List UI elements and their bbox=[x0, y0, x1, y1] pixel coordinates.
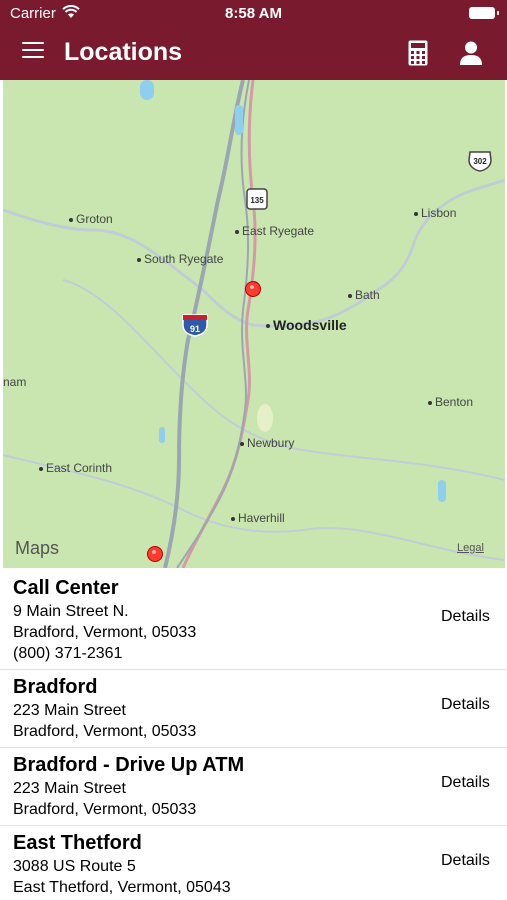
nav-bar: Locations bbox=[0, 28, 507, 80]
map-place-label: Haverhill bbox=[231, 511, 285, 525]
location-address-line1: 9 Main Street N. bbox=[13, 603, 129, 620]
map-place-label: Groton bbox=[69, 212, 113, 226]
route-shield-label: 135 bbox=[250, 196, 264, 205]
map-place-label: Lisbon bbox=[414, 206, 456, 220]
maps-attribution: Maps bbox=[15, 538, 59, 559]
location-name: East Thetford bbox=[13, 832, 142, 854]
page-title: Locations bbox=[64, 38, 183, 66]
location-row[interactable]: Bradford 223 Main Street Bradford, Vermo… bbox=[0, 670, 507, 748]
calculator-icon[interactable] bbox=[408, 40, 428, 66]
location-name: Bradford - Drive Up ATM bbox=[13, 754, 245, 776]
details-button[interactable]: Details bbox=[441, 774, 490, 792]
status-time: 8:58 AM bbox=[225, 5, 282, 22]
menu-icon[interactable] bbox=[22, 42, 44, 62]
location-row[interactable]: Bradford - Drive Up ATM 223 Main Street … bbox=[0, 748, 507, 826]
us-route-shield-icon: 302 bbox=[468, 151, 492, 172]
location-address-line1: 3088 US Route 5 bbox=[13, 858, 136, 875]
interstate-shield-icon: 91 bbox=[182, 314, 208, 337]
location-phone: (800) 371-2361 bbox=[13, 645, 123, 662]
details-button[interactable]: Details bbox=[441, 608, 490, 626]
location-name: Call Center bbox=[13, 577, 119, 599]
us-route-shield-label: 302 bbox=[473, 157, 487, 166]
details-button[interactable]: Details bbox=[441, 696, 490, 714]
location-pin-icon[interactable] bbox=[147, 546, 163, 562]
map-place-label: Newbury bbox=[240, 436, 294, 450]
location-address-line2: Bradford, Vermont, 05033 bbox=[13, 624, 197, 641]
map-place-label: East Ryegate bbox=[235, 224, 314, 238]
map-place-label: South Ryegate bbox=[137, 252, 223, 266]
battery-icon bbox=[469, 7, 499, 19]
status-bar: Carrier 8:58 AM bbox=[0, 0, 507, 28]
map-place-label: Bath bbox=[348, 288, 380, 302]
map-place-label: Benton bbox=[428, 395, 473, 409]
interstate-shield-label: 91 bbox=[190, 324, 200, 334]
location-address-line2: East Thetford, Vermont, 05043 bbox=[13, 879, 231, 896]
map-view[interactable]: Groton East Ryegate Lisbon South Ryegate… bbox=[3, 80, 505, 568]
location-row[interactable]: East Thetford 3088 US Route 5 East Thetf… bbox=[0, 826, 507, 900]
location-address-line1: 223 Main Street bbox=[13, 702, 126, 719]
location-row[interactable]: Call Center 9 Main Street N. Bradford, V… bbox=[0, 568, 507, 670]
user-icon[interactable] bbox=[458, 40, 484, 66]
locations-list: Call Center 9 Main Street N. Bradford, V… bbox=[0, 568, 507, 900]
legal-link[interactable]: Legal bbox=[457, 542, 484, 554]
location-name: Bradford bbox=[13, 676, 98, 698]
map-place-label: nam bbox=[3, 375, 27, 389]
details-button[interactable]: Details bbox=[441, 852, 490, 870]
map-place-label: Woodsville bbox=[266, 317, 347, 333]
maps-attribution-label: Maps bbox=[15, 538, 60, 558]
location-pin-icon[interactable] bbox=[245, 281, 261, 297]
map-place-label: East Corinth bbox=[39, 461, 112, 475]
location-address-line2: Bradford, Vermont, 05033 bbox=[13, 801, 197, 818]
route-shield-icon: 135 bbox=[246, 188, 268, 210]
location-address-line2: Bradford, Vermont, 05033 bbox=[13, 723, 197, 740]
location-address-line1: 223 Main Street bbox=[13, 780, 126, 797]
app-header: Carrier 8:58 AM Locations bbox=[0, 0, 507, 80]
map-roads bbox=[3, 80, 505, 568]
